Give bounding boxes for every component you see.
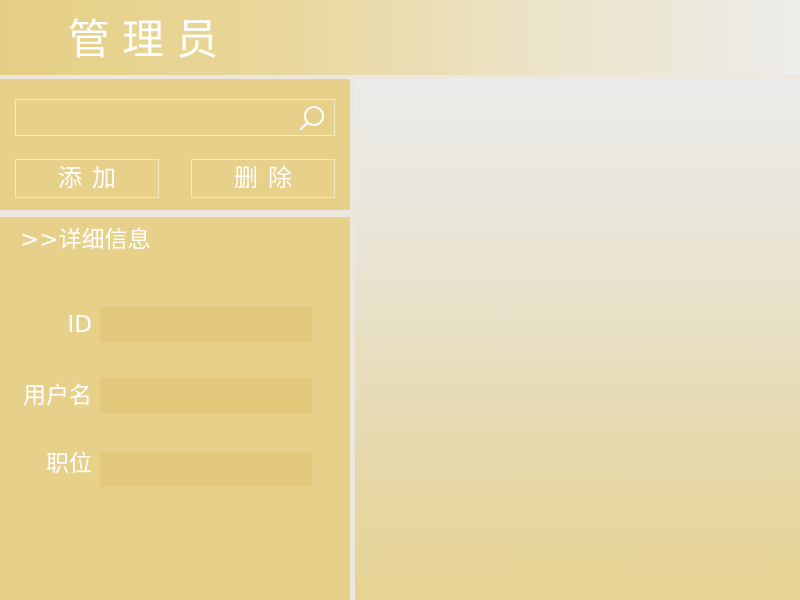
id-field[interactable]: [100, 307, 312, 342]
detail-panel: >>详细信息 ID 用户名 职位: [0, 217, 350, 600]
field-label-position: 职位: [46, 451, 92, 477]
main-content-area: [355, 79, 800, 600]
detail-heading: >>详细信息: [20, 227, 151, 253]
page-title: 管理员: [68, 15, 231, 64]
search-input[interactable]: [16, 100, 291, 135]
sidebar-toolbar-panel: 添加 删除: [0, 79, 350, 210]
search-box: [15, 99, 335, 136]
field-label-username: 用户名: [23, 383, 92, 409]
username-field[interactable]: [100, 378, 312, 413]
delete-button[interactable]: 删除: [191, 159, 335, 198]
add-button[interactable]: 添加: [15, 159, 159, 198]
position-field[interactable]: [100, 452, 312, 487]
search-icon[interactable]: [298, 104, 326, 132]
field-label-id: ID: [67, 312, 93, 338]
app-header: 管理员: [0, 0, 800, 75]
